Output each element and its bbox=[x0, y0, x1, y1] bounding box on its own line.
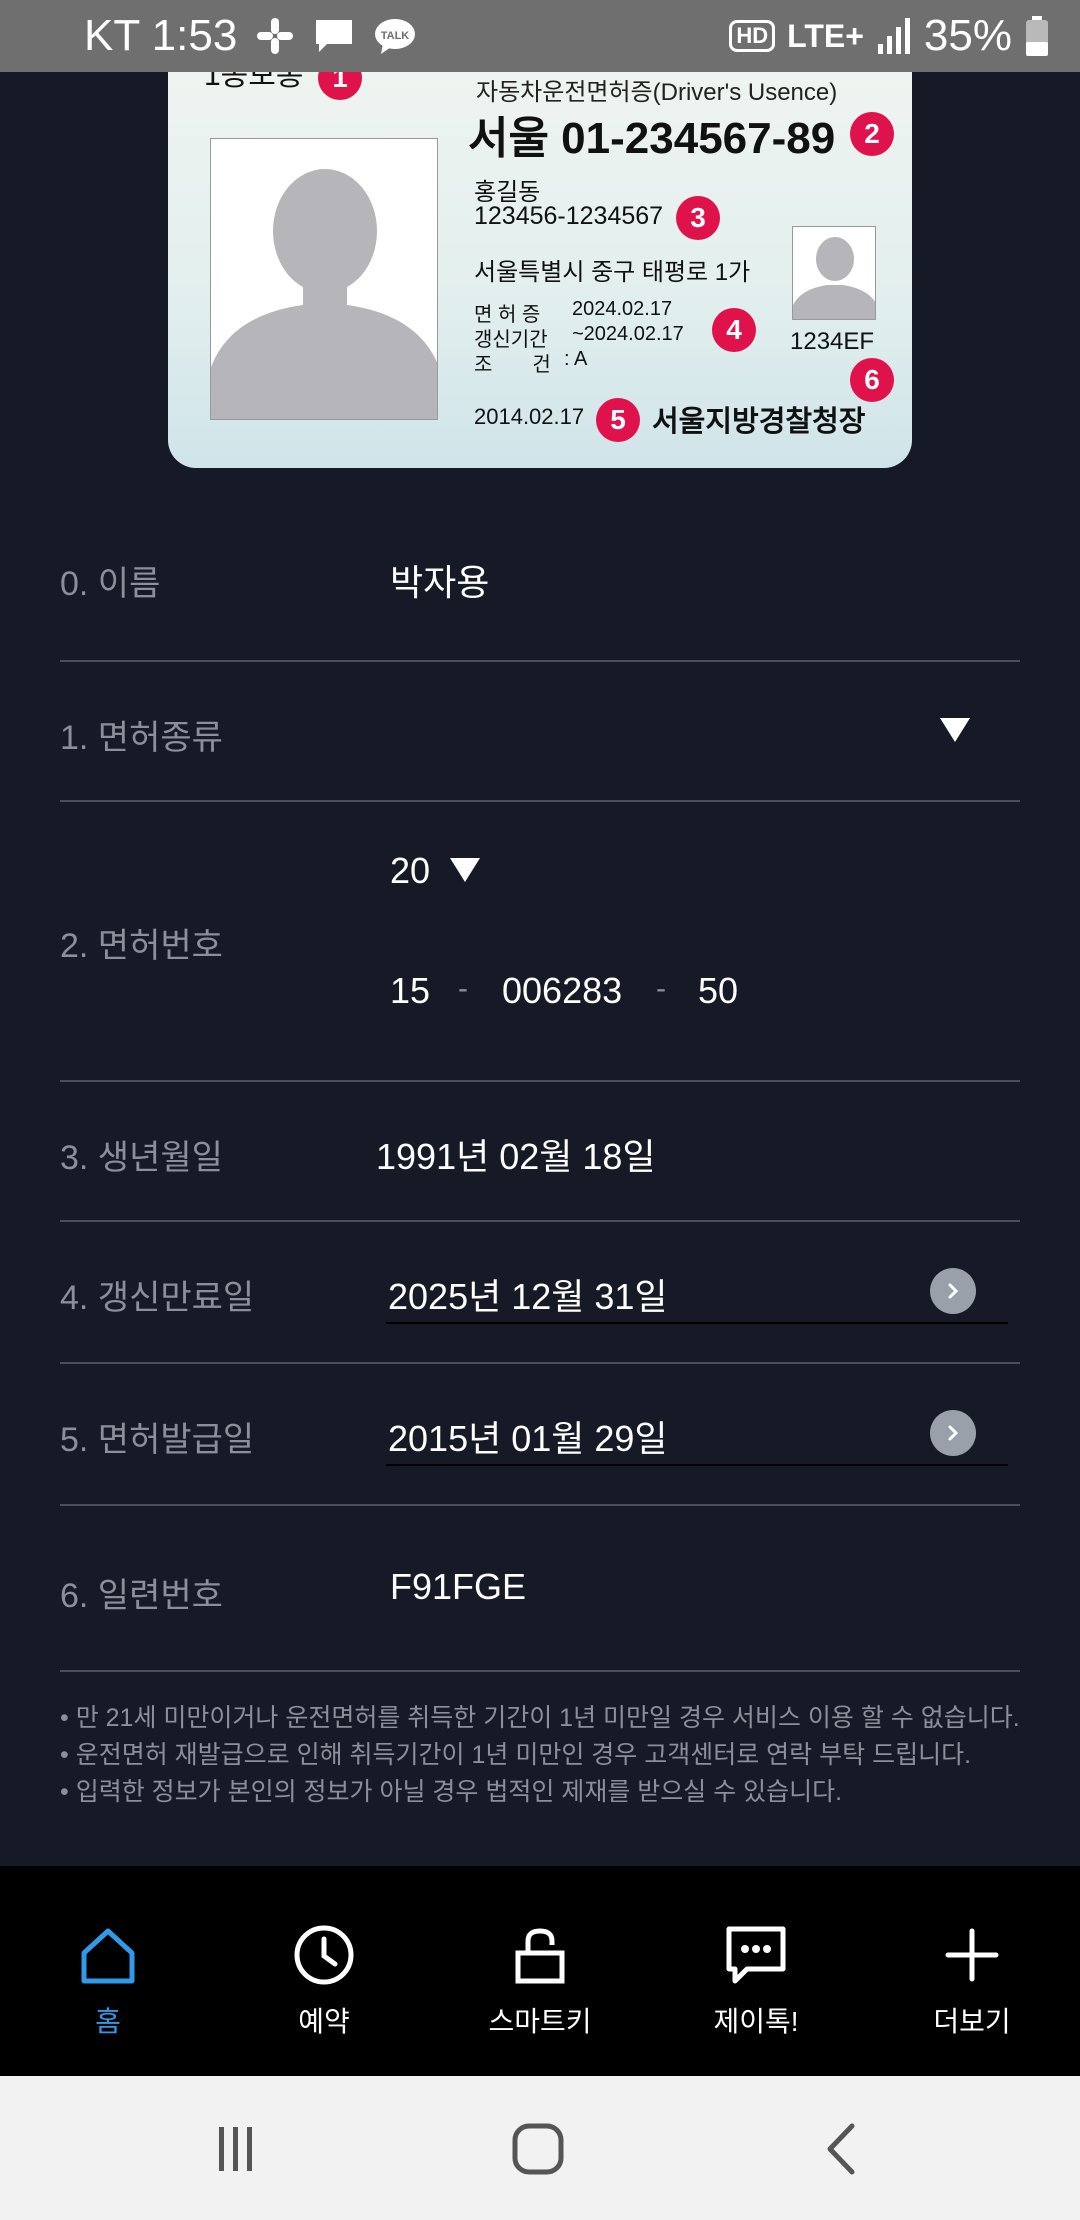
license-number-part3[interactable]: 50 bbox=[698, 970, 738, 1012]
divider bbox=[60, 1220, 1020, 1222]
status-bar: KT 1:53 TALK HD LTE+ 35% bbox=[0, 0, 1080, 72]
card-issuer: 서울지방경찰청장 bbox=[652, 406, 866, 438]
renewal-value: 2025년 12월 31일 bbox=[388, 1276, 668, 1317]
divider bbox=[60, 800, 1020, 802]
issue-label: 5. 면허발급일 bbox=[60, 1421, 255, 1459]
license-type-text: 1종보통 bbox=[204, 72, 304, 92]
battery-icon bbox=[1024, 15, 1050, 57]
name-label: 0. 이름 bbox=[60, 565, 161, 603]
chevron-right-icon[interactable] bbox=[930, 1410, 976, 1456]
clock-icon bbox=[289, 1920, 359, 1990]
tab-label: 홈 bbox=[95, 2006, 121, 2037]
network-type: LTE+ bbox=[787, 17, 864, 54]
notice-item: • 운전면허 재발급으로 인해 취득기간이 1년 미만인 경우 고객센터로 연락… bbox=[60, 1741, 972, 1769]
renewal-label: 4. 갱신만료일 bbox=[60, 1279, 255, 1317]
field-underline bbox=[386, 1322, 1008, 1324]
bottom-tab-bar: 홈 예약 스마트키 제이톡! 더보기 bbox=[0, 1866, 1080, 2076]
small-portrait-placeholder bbox=[792, 226, 876, 320]
carrier-time: KT 1:53 bbox=[84, 11, 238, 60]
tab-home[interactable]: 홈 bbox=[0, 1866, 216, 2076]
tab-label: 제이톡! bbox=[713, 2006, 799, 2037]
divider bbox=[60, 1504, 1020, 1506]
svg-text:TALK: TALK bbox=[381, 30, 410, 42]
card-renewal-date: ~2024.02.17 bbox=[572, 323, 684, 345]
divider bbox=[60, 1670, 1020, 1672]
card-address: 서울특별시 중구 태평로 1가 bbox=[474, 259, 751, 286]
serial-label: 6. 일련번호 bbox=[60, 1577, 223, 1615]
badge-6: 6 bbox=[850, 358, 894, 402]
field-underline bbox=[386, 1464, 1008, 1466]
portrait-placeholder bbox=[210, 138, 438, 420]
birth-value: 1991년 02월 18일 bbox=[376, 1136, 656, 1177]
signal-icon bbox=[876, 16, 912, 56]
serial-value[interactable]: F91FGE bbox=[390, 1566, 526, 1608]
license-type-label: 1. 면허종류 bbox=[60, 719, 223, 757]
smartkey-icon bbox=[505, 1920, 575, 1990]
license-number-part1[interactable]: 15 bbox=[390, 970, 430, 1012]
card-license-number: 서울 01-234567-89 bbox=[468, 114, 836, 163]
badge-2: 2 bbox=[850, 112, 894, 156]
badge-3: 3 bbox=[676, 196, 720, 240]
slack-icon bbox=[255, 16, 295, 56]
license-type-select[interactable] bbox=[370, 690, 1020, 770]
divider bbox=[60, 660, 1020, 662]
name-value: 박자용 bbox=[390, 562, 490, 603]
issue-date-field[interactable]: 2015년 01월 29일 bbox=[386, 1392, 1008, 1468]
birth-label: 3. 생년월일 bbox=[60, 1139, 223, 1177]
kakaotalk-icon: TALK bbox=[373, 16, 417, 56]
dropdown-arrow-icon bbox=[940, 718, 970, 742]
tab-label: 스마트키 bbox=[488, 2006, 592, 2037]
chat-icon bbox=[721, 1920, 791, 1990]
tab-smartkey[interactable]: 스마트키 bbox=[432, 1866, 648, 2076]
home-icon bbox=[73, 1920, 143, 1990]
separator: - bbox=[656, 972, 666, 1005]
divider bbox=[60, 1362, 1020, 1364]
dropdown-arrow-icon bbox=[450, 858, 480, 882]
divider bbox=[60, 1080, 1020, 1082]
license-region-select[interactable]: 20 bbox=[380, 842, 500, 902]
license-card-sample: 1종보통 1 자동차운전면허증(Driver's Usence) 서울 01-2… bbox=[168, 72, 912, 468]
tab-reservation[interactable]: 예약 bbox=[216, 1866, 432, 2076]
tab-jtalk[interactable]: 제이톡! bbox=[648, 1866, 864, 2076]
badge-1: 1 bbox=[318, 72, 362, 100]
card-condition-label: 조 건 bbox=[474, 354, 551, 376]
home-circle-icon[interactable] bbox=[498, 2114, 578, 2184]
license-number-label: 2. 면허번호 bbox=[60, 927, 223, 965]
plus-icon bbox=[937, 1920, 1007, 1990]
notice-list: • 만 21세 미만이거나 운전면허를 취득한 기간이 1년 미만일 경우 서비… bbox=[60, 1700, 1040, 1811]
message-icon bbox=[313, 16, 355, 56]
license-region-value: 20 bbox=[390, 850, 431, 891]
tab-label: 더보기 bbox=[933, 2006, 1011, 2037]
separator: - bbox=[458, 972, 468, 1005]
badge-5: 5 bbox=[596, 398, 640, 442]
card-serial: 1234EF bbox=[790, 328, 875, 355]
card-condition-value: : A bbox=[564, 348, 588, 370]
notice-item: • 입력한 정보가 본인의 정보가 아닐 경우 법적인 제재를 받으실 수 있습… bbox=[60, 1778, 843, 1806]
badge-4: 4 bbox=[712, 308, 756, 352]
battery-percent: 35% bbox=[923, 11, 1012, 60]
card-issue-date: 2014.02.17 bbox=[474, 404, 585, 429]
tab-label: 예약 bbox=[298, 2006, 350, 2037]
renewal-date-field[interactable]: 2025년 12월 31일 bbox=[386, 1250, 1008, 1326]
tab-more[interactable]: 더보기 bbox=[864, 1866, 1080, 2076]
notice-item: • 만 21세 미만이거나 운전면허를 취득한 기간이 1년 미만일 경우 서비… bbox=[60, 1704, 1020, 1732]
system-nav-bar bbox=[0, 2076, 1080, 2220]
card-test-date: 2024.02.17 bbox=[572, 298, 673, 320]
card-resident-no: 123456-1234567 bbox=[474, 202, 664, 230]
issue-value: 2015년 01월 29일 bbox=[388, 1418, 668, 1459]
hd-voice-icon: HD bbox=[729, 20, 776, 52]
license-number-part2[interactable]: 006283 bbox=[502, 970, 622, 1012]
back-icon[interactable] bbox=[800, 2114, 880, 2184]
chevron-right-icon[interactable] bbox=[930, 1268, 976, 1314]
recent-apps-icon[interactable] bbox=[196, 2114, 276, 2184]
